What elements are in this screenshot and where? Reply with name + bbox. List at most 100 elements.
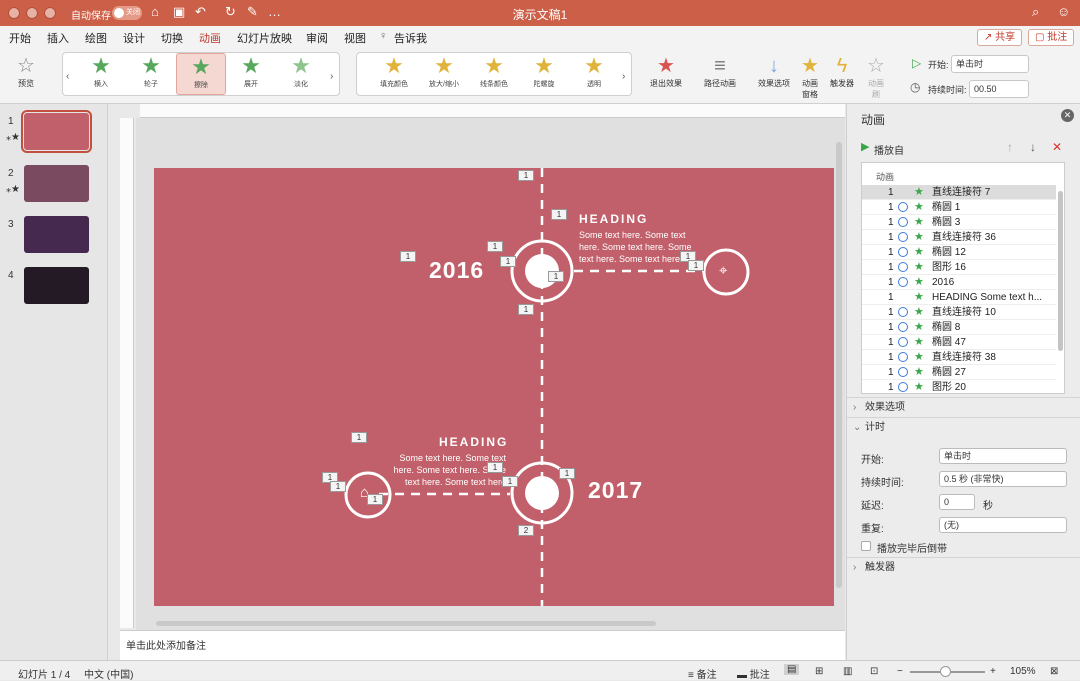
play-from-button[interactable]: 播放自	[874, 142, 904, 157]
animation-order-badge[interactable]: 1	[500, 256, 516, 267]
language[interactable]: 中文 (中国)	[84, 666, 133, 681]
effect-fill-color[interactable]: ★ 填充颜色	[369, 53, 419, 95]
animation-list-row[interactable]: 1 ★ 椭圆 8	[862, 320, 1056, 335]
animation-order-badge[interactable]: 1	[551, 209, 567, 220]
tab-slideshow[interactable]: 幻灯片放映	[237, 30, 292, 46]
tab-draw[interactable]: 绘图	[85, 30, 107, 46]
animation-order-badge[interactable]: 2	[518, 525, 534, 536]
notes-pane[interactable]: 单击此处添加备注	[120, 630, 845, 660]
tab-insert[interactable]: 插入	[47, 30, 69, 46]
list-scrollbar[interactable]	[1058, 191, 1063, 351]
start-select[interactable]: 单击时	[951, 55, 1029, 73]
duration-stepper[interactable]: 00.50	[969, 80, 1029, 98]
tab-home[interactable]: 开始	[9, 30, 31, 46]
zoom-out-icon[interactable]: −	[897, 666, 903, 677]
gallery-left-arrow-icon[interactable]: ‹	[66, 71, 69, 82]
comments-toggle[interactable]: ▬ 批注	[737, 666, 770, 681]
animation-order-badge[interactable]: 1	[487, 241, 503, 252]
search-icon[interactable]: ⌕	[1032, 4, 1039, 20]
gallery-right-arrow-icon[interactable]: ›	[330, 71, 333, 82]
effect-line-color[interactable]: ★ 线条颜色	[469, 53, 519, 95]
effect-wipe[interactable]: ★ 擦除	[176, 53, 226, 95]
comments-button[interactable]: ▢ 批注	[1028, 29, 1075, 46]
animation-order-badge[interactable]: 1	[518, 170, 534, 181]
effect-transparency[interactable]: ★ 透明	[569, 53, 619, 95]
zoom-level[interactable]: 105%	[1010, 666, 1036, 677]
animation-list-row[interactable]: 1 ★ 图形 20	[862, 380, 1056, 393]
animation-pane-button[interactable]: ★ 动画 窗格	[796, 54, 824, 100]
effect-options-button[interactable]: ↓ 效果选项	[752, 54, 796, 89]
heading-top[interactable]: HEADING	[579, 212, 648, 226]
effect-spin[interactable]: ★ 陀螺旋	[519, 53, 569, 95]
slide-thumbnail[interactable]	[21, 110, 92, 153]
animation-painter-button[interactable]: ☆ 动画 刷	[862, 54, 890, 100]
effect-wheel[interactable]: ★ 轮子	[126, 53, 176, 95]
smiley-icon[interactable]: ☺	[1057, 4, 1070, 19]
animation-order-badge[interactable]: 1	[518, 304, 534, 315]
delete-icon[interactable]: ✕	[1052, 140, 1062, 154]
animation-list-row[interactable]: 1 ★ 2016	[862, 275, 1056, 290]
year-2017[interactable]: 2017	[588, 477, 643, 504]
animation-order-badge[interactable]: 1	[502, 476, 518, 487]
share-button[interactable]: ↗ 共享	[977, 29, 1023, 46]
animation-order-badge[interactable]: 1	[351, 432, 367, 443]
animation-list-row[interactable]: 1 ★ 椭圆 12	[862, 245, 1056, 260]
animation-list-row[interactable]: 1 ★ 椭圆 27	[862, 365, 1056, 380]
delay-stepper[interactable]: 0	[939, 494, 975, 510]
year-2016[interactable]: 2016	[429, 257, 484, 284]
animation-order-badge[interactable]: 1	[330, 481, 346, 492]
effect-options-section[interactable]: › 效果选项	[847, 397, 1080, 417]
animation-list-row[interactable]: 1 ★ 椭圆 3	[862, 215, 1056, 230]
animation-list-row[interactable]: 1 ★ 直线连接符 10	[862, 305, 1056, 320]
slideshow-icon[interactable]: ⊡	[870, 666, 878, 677]
sorter-view-icon[interactable]: ⊞	[815, 666, 823, 677]
preview-button[interactable]: ☆ 预览	[8, 54, 44, 89]
animation-list-row[interactable]: 1 ★ 椭圆 1	[862, 200, 1056, 215]
gallery-right-arrow-icon[interactable]: ›	[622, 71, 625, 82]
play-from-icon[interactable]: ▶	[861, 140, 869, 153]
vertical-scrollbar[interactable]	[836, 142, 842, 588]
move-down-icon[interactable]: ↓	[1030, 140, 1036, 154]
effect-fly-in[interactable]: ★ 横入	[76, 53, 126, 95]
animation-order-badge[interactable]: 1	[688, 260, 704, 271]
zoom-in-icon[interactable]: +	[990, 666, 996, 677]
move-up-icon[interactable]: ↑	[1007, 140, 1013, 154]
heading-bottom[interactable]: HEADING	[439, 435, 508, 449]
effect-fade[interactable]: ★ 淡化	[276, 53, 326, 95]
trigger-section[interactable]: › 触发器	[847, 557, 1080, 577]
effect-split[interactable]: ★ 展开	[226, 53, 276, 95]
animation-list-row[interactable]: 1 ★ 图形 16	[862, 260, 1056, 275]
animation-list-row[interactable]: 1 ★ 椭圆 47	[862, 335, 1056, 350]
animation-list-row[interactable]: 1 ★ 直线连接符 38	[862, 350, 1056, 365]
repeat-select[interactable]: (无)	[939, 517, 1067, 533]
tab-transitions[interactable]: 切换	[161, 30, 183, 46]
horizontal-scrollbar[interactable]	[156, 621, 656, 626]
animation-list-row[interactable]: 1 ★ 直线连接符 7	[862, 185, 1056, 200]
timing-section[interactable]: ⌄ 计时	[847, 417, 1080, 437]
animation-order-badge[interactable]: 1	[367, 494, 383, 505]
rewind-checkbox[interactable]	[861, 541, 871, 551]
reading-view-icon[interactable]: ▥	[843, 666, 852, 677]
start-select[interactable]: 单击时	[939, 448, 1067, 464]
exit-effects-button[interactable]: ★ 退出效果	[644, 54, 688, 89]
normal-view-icon[interactable]: ▤	[784, 664, 800, 675]
animation-order-badge[interactable]: 1	[548, 271, 564, 282]
animation-order-badge[interactable]: 1	[400, 251, 416, 262]
animation-list-row[interactable]: 1 ★ HEADING Some text h...	[862, 290, 1056, 305]
fit-to-window-icon[interactable]: ⊠	[1050, 666, 1058, 677]
tab-design[interactable]: 设计	[123, 30, 145, 46]
tab-view[interactable]: 视图	[344, 30, 366, 46]
notes-toggle[interactable]: ≡ 备注	[688, 666, 717, 681]
trigger-button[interactable]: ϟ 触发器	[828, 54, 856, 89]
tell-me-search[interactable]: 告诉我	[394, 30, 427, 46]
animation-order-badge[interactable]: 1	[487, 462, 503, 473]
zoom-slider-thumb[interactable]	[940, 666, 951, 677]
slide[interactable]: ⌖ ⌂ 2016 2017 HEADING Some text here. So…	[154, 168, 834, 606]
slide-thumbnail[interactable]	[24, 165, 89, 202]
animation-list-row[interactable]: 1 ★ 直线连接符 36	[862, 230, 1056, 245]
effect-grow-shrink[interactable]: ★ 放大/缩小	[419, 53, 469, 95]
tab-review[interactable]: 审阅	[306, 30, 328, 46]
slide-thumbnail[interactable]	[24, 216, 89, 253]
close-panel-icon[interactable]: ✕	[1061, 109, 1074, 122]
duration-select[interactable]: 0.5 秒 (非常快)	[939, 471, 1067, 487]
